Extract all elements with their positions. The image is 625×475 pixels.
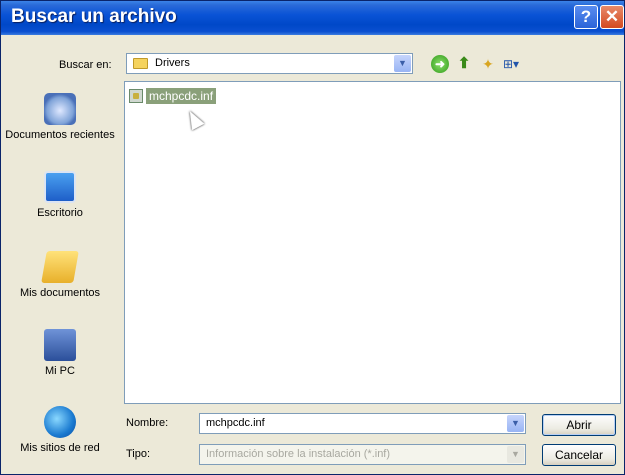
recent-documents-icon: [44, 93, 76, 125]
places-bar: Documentos recientes Escritorio Mis docu…: [1, 81, 119, 471]
window-title: Buscar un archivo: [11, 6, 177, 27]
place-label: Escritorio: [37, 207, 83, 219]
file-list[interactable]: mchpcdc.inf: [124, 81, 621, 404]
network-places-icon: [44, 406, 76, 438]
place-label: Mis documentos: [19, 287, 101, 299]
place-recent-documents[interactable]: Documentos recientes: [1, 93, 119, 142]
place-my-computer[interactable]: Mi PC: [1, 329, 119, 378]
new-folder-button[interactable]: ✦: [479, 55, 497, 73]
file-type-label: Tipo:: [126, 448, 151, 460]
look-in-value: Drivers: [155, 57, 190, 69]
chevron-down-icon[interactable]: ▼: [394, 55, 411, 72]
chevron-down-icon[interactable]: ▼: [507, 415, 524, 432]
place-desktop[interactable]: Escritorio: [1, 171, 119, 220]
open-button[interactable]: Abrir: [542, 414, 616, 436]
setup-file-icon: [129, 89, 143, 103]
file-name-input[interactable]: mchpcdc.inf ▼: [199, 413, 526, 434]
file-type-value: Información sobre la instalación (*.inf): [206, 448, 391, 460]
place-label: Mis sitios de red: [20, 442, 100, 454]
open-file-dialog: Buscar un archivo ? ✕ Buscar en: Drivers…: [0, 0, 625, 475]
file-name: mchpcdc.inf: [146, 88, 217, 104]
mouse-cursor-icon: [183, 107, 205, 131]
cancel-button[interactable]: Cancelar: [542, 444, 616, 466]
my-documents-icon: [41, 251, 79, 283]
chevron-down-icon[interactable]: ▼: [507, 446, 524, 463]
place-label: Documentos recientes: [5, 129, 115, 141]
my-computer-icon: [44, 329, 76, 361]
file-type-select[interactable]: Información sobre la instalación (*.inf)…: [199, 444, 526, 465]
file-name-value: mchpcdc.inf: [206, 417, 265, 429]
file-name-label: Nombre:: [126, 417, 169, 429]
up-folder-button[interactable]: ⬆: [455, 55, 473, 73]
folder-icon: [133, 58, 148, 69]
place-network[interactable]: Mis sitios de red: [1, 406, 119, 455]
place-my-documents[interactable]: Mis documentos: [1, 251, 119, 300]
place-label: Mi PC: [45, 365, 75, 377]
views-menu-button[interactable]: ⊞▾: [503, 55, 529, 73]
title-bar[interactable]: Buscar un archivo ? ✕: [1, 1, 624, 35]
look-in-dropdown[interactable]: Drivers ▼: [126, 53, 413, 74]
look-in-label: Buscar en:: [59, 59, 112, 71]
close-button[interactable]: ✕: [600, 5, 624, 29]
desktop-icon: [44, 171, 76, 203]
back-button[interactable]: ➜: [431, 55, 449, 73]
help-button[interactable]: ?: [574, 5, 598, 29]
